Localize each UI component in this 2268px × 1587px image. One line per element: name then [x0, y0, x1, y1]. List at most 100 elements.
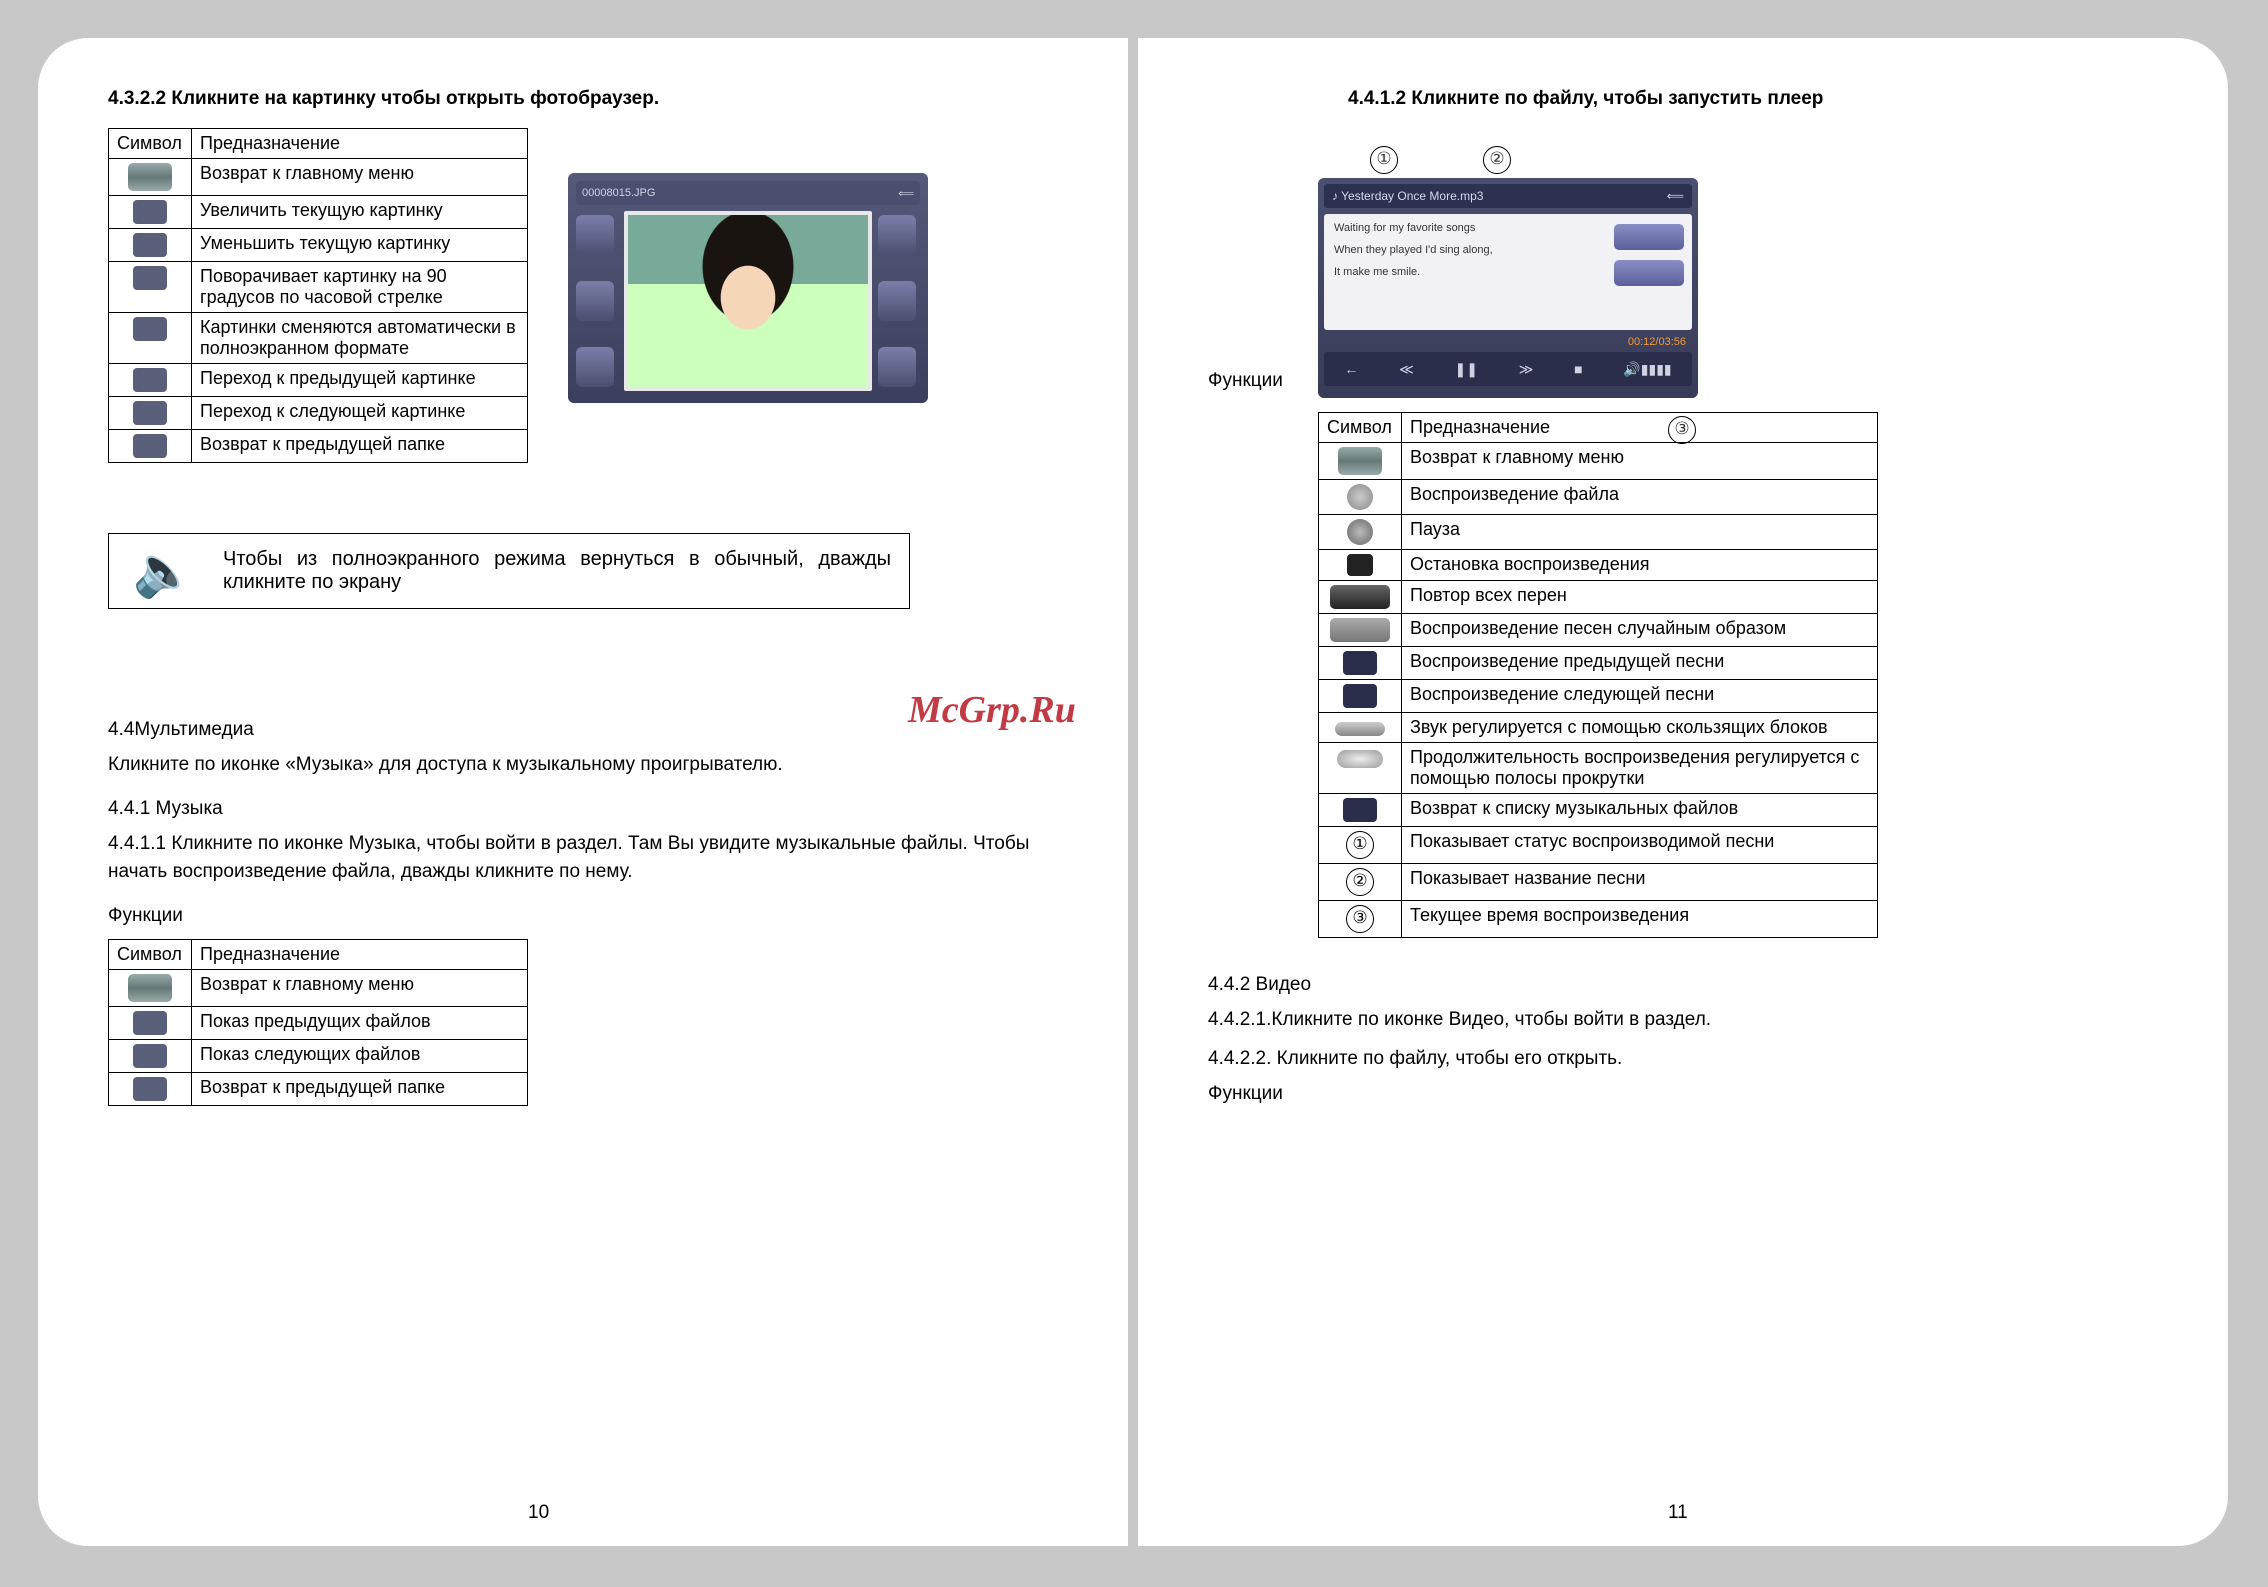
- row-text: Возврат к главному меню: [192, 969, 528, 1006]
- volume-slider-icon: [1335, 722, 1385, 736]
- row-text: Воспроизведение файла: [1402, 480, 1878, 515]
- row-text: Текущее время воспроизведения: [1402, 901, 1878, 938]
- music-player-symbol-table: СимволПредназначение Возврат к главному …: [1318, 412, 1878, 938]
- speaker-icon: 🔈: [109, 542, 219, 601]
- row-text: Возврат к предыдущей папке: [192, 1072, 528, 1105]
- row-text: Воспроизведение следующей песни: [1402, 680, 1878, 713]
- photo-preview: [624, 211, 872, 391]
- section-4322-title: 4.3.2.2 Кликните на картинку чтобы откры…: [108, 88, 1068, 110]
- callout-1-icon: ①: [1346, 831, 1374, 859]
- repeat-icon: [1330, 585, 1390, 609]
- lyrics-panel: Waiting for my favorite songs When they …: [1324, 214, 1692, 330]
- play-icon: [1347, 484, 1373, 510]
- playback-time: 00:12/03:56: [1324, 336, 1692, 352]
- rotate-btn-icon: [576, 281, 614, 321]
- row-text: Поворачивает картинку на 90 градусов по …: [192, 262, 528, 313]
- prev-image-icon: [133, 368, 167, 392]
- prev-btn-icon: [576, 215, 614, 255]
- next-track-icon: ≫: [1519, 361, 1534, 378]
- page-number: 11: [1668, 1502, 1688, 1524]
- slideshow-icon: [133, 317, 167, 341]
- row-text: Пауза: [1402, 515, 1878, 550]
- next-btn-icon: [878, 347, 916, 387]
- track-title: Yesterday Once More.mp3: [1341, 189, 1483, 203]
- note-text: Чтобы из полноэкранного режима вернуться…: [219, 534, 909, 608]
- section-4412-title: 4.4.1.2 Кликните по файлу, чтобы запусти…: [1348, 88, 2168, 110]
- row-text: Продолжительность воспроизведения регули…: [1402, 743, 1878, 794]
- row-text: Показ следующих файлов: [192, 1039, 528, 1072]
- home-icon: [128, 974, 172, 1002]
- section-4421-body: 4.4.2.1.Кликните по иконке Видео, чтобы …: [1208, 1006, 2168, 1035]
- pause-icon: ❚❚: [1455, 361, 1478, 378]
- photo-browser-screenshot: 00008015.JPG ⟸: [568, 173, 928, 403]
- page-10: 4.3.2.2 Кликните на картинку чтобы откры…: [38, 38, 1128, 1546]
- rotate-icon: [133, 266, 167, 290]
- row-text: Показ предыдущих файлов: [192, 1006, 528, 1039]
- prev-track-icon: ≪: [1399, 361, 1414, 378]
- page-number: 10: [528, 1502, 549, 1524]
- row-text: Уменьшить текущую картинку: [192, 229, 528, 262]
- prev-files-icon: [133, 1011, 167, 1035]
- repeat-button-icon: [1614, 224, 1684, 250]
- row-text: Воспроизведение предыдущей песни: [1402, 647, 1878, 680]
- row-text: Возврат к списку музыкальных файлов: [1402, 794, 1878, 827]
- row-text: Повтор всех перен: [1402, 581, 1878, 614]
- stop-icon: ■: [1574, 361, 1582, 377]
- callout-3: ③: [1668, 416, 1696, 444]
- row-text: Возврат к главному меню: [192, 159, 528, 196]
- row-text: Остановка воспроизведения: [1402, 550, 1878, 581]
- home-icon: [128, 163, 172, 191]
- fullscreen-note: 🔈 Чтобы из полноэкранного режима вернуть…: [108, 533, 910, 609]
- section-441-title: 4.4.1 Музыка: [108, 798, 1068, 820]
- row-text: Картинки сменяются автоматически в полно…: [192, 313, 528, 364]
- music-player-screenshot: ♪ Yesterday Once More.mp3⟸ Waiting for m…: [1318, 178, 1698, 398]
- zoom-out-btn-icon: [878, 281, 916, 321]
- row-text: Показывает название песни: [1402, 864, 1878, 901]
- up-folder-icon: [133, 434, 167, 458]
- up-folder-icon: [133, 1077, 167, 1101]
- photo-filename: 00008015.JPG: [582, 187, 655, 199]
- functions-label: Функции: [108, 905, 1068, 927]
- next-track-icon: [1343, 684, 1377, 708]
- back-to-list-icon: [1343, 798, 1377, 822]
- callout-2: ②: [1483, 146, 1511, 174]
- col-symbol: Символ: [1319, 413, 1402, 443]
- row-text: Показывает статус воспроизводимой песни: [1402, 827, 1878, 864]
- progress-bar-icon: [1337, 750, 1383, 768]
- functions-label: Функции: [1208, 1083, 2168, 1105]
- watermark: McGrp.Ru: [908, 688, 1076, 732]
- row-text: Переход к следующей картинке: [192, 397, 528, 430]
- zoom-out-icon: [133, 233, 167, 257]
- row-text: Возврат к предыдущей папке: [192, 430, 528, 463]
- col-purpose: Предназначение: [1402, 413, 1878, 443]
- page-11: 4.4.1.2 Кликните по файлу, чтобы запусти…: [1138, 38, 2228, 1546]
- section-4411-body: 4.4.1.1 Кликните по иконке Музыка, чтобы…: [108, 830, 1068, 887]
- music-files-symbol-table: СимволПредназначение Возврат к главному …: [108, 939, 528, 1106]
- zoom-in-icon: [133, 200, 167, 224]
- section-44-body: Кликните по иконке «Музыка» для доступа …: [108, 751, 1068, 780]
- zoom-in-btn-icon: [878, 215, 916, 255]
- col-symbol: Символ: [109, 129, 192, 159]
- home-icon: [1338, 447, 1382, 475]
- row-text: Воспроизведение песен случайным образом: [1402, 614, 1878, 647]
- row-text: Переход к предыдущей картинке: [192, 364, 528, 397]
- next-files-icon: [133, 1044, 167, 1068]
- player-controls: ← ≪ ❚❚ ≫ ■ 🔊▮▮▮▮: [1324, 352, 1692, 386]
- shuffle-icon: [1330, 618, 1390, 642]
- row-text: Возврат к главному меню: [1402, 443, 1878, 480]
- next-image-icon: [133, 401, 167, 425]
- pause-icon: [1347, 519, 1373, 545]
- child-photo: [628, 215, 868, 387]
- col-purpose: Предназначение: [192, 939, 528, 969]
- col-purpose: Предназначение: [192, 129, 528, 159]
- callout-1: ①: [1370, 146, 1398, 174]
- col-symbol: Символ: [109, 939, 192, 969]
- photo-browser-symbol-table: СимволПредназначение Возврат к главному …: [108, 128, 528, 463]
- section-442-title: 4.4.2 Видео: [1208, 974, 2168, 996]
- back-arrow-icon: ⟸: [898, 187, 914, 200]
- callout-2-icon: ②: [1346, 868, 1374, 896]
- prev-track-icon: [1343, 651, 1377, 675]
- callout-3-icon: ③: [1346, 905, 1374, 933]
- stop-icon: [1347, 554, 1373, 576]
- volume-icon: 🔊▮▮▮▮: [1623, 361, 1671, 378]
